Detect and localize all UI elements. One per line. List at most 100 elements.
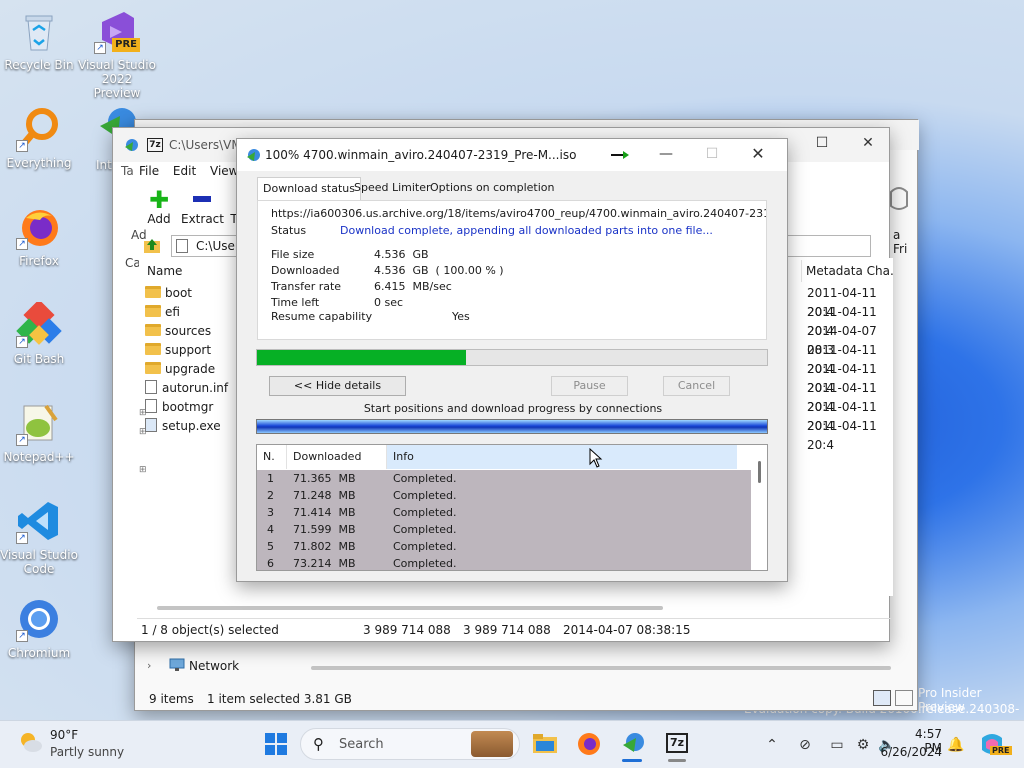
file-name: setup.exe <box>162 419 221 433</box>
tray-network-off-icon[interactable]: ⊘ <box>794 732 816 758</box>
hide-details-button[interactable]: << Hide details <box>269 376 406 396</box>
connection-info: Completed. <box>393 540 457 553</box>
desktop-icon-chromium[interactable]: ↗ Chromium <box>0 596 78 660</box>
sevenzip-horizontal-scrollbar[interactable] <box>157 606 663 610</box>
connection-n: 5 <box>267 540 274 553</box>
tray-display-icon[interactable]: ▭ <box>826 732 848 758</box>
extract-button[interactable]: Extract <box>181 188 224 226</box>
visual-studio-preview-icon: PRE ↗ <box>94 8 140 54</box>
download-progress-bar <box>256 349 768 366</box>
pause-button[interactable]: Pause <box>551 376 628 396</box>
taskbar-search-box[interactable]: ⚲ Search <box>300 728 520 760</box>
field-value: 6.415 MB/sec <box>374 280 452 293</box>
details-view-icon[interactable] <box>873 690 891 706</box>
folder-icon <box>145 286 161 298</box>
connection-info: Completed. <box>393 489 457 502</box>
connection-row[interactable]: 3 71.414 MB Completed. <box>257 504 751 521</box>
clock-date[interactable]: 6/26/2024 <box>880 745 942 759</box>
tab-download-status[interactable]: Download status <box>257 177 361 201</box>
menu-edit[interactable]: Edit <box>173 164 196 178</box>
tray-chevron-icon[interactable]: ⌃ <box>762 732 782 758</box>
field-label: Transfer rate <box>271 280 342 293</box>
notification-bell-icon[interactable]: 🔔 <box>946 732 966 758</box>
desktop-icon-vscode[interactable]: ↗ Visual Studio Code <box>0 498 78 576</box>
connection-n: 1 <box>267 472 274 485</box>
taskbar-7zip-icon[interactable]: 7z <box>666 733 688 753</box>
header-downloaded[interactable]: Downloaded <box>293 445 387 469</box>
tiles-view-icon[interactable] <box>895 690 913 706</box>
vscode-icon: ↗ <box>16 498 62 544</box>
connection-n: 3 <box>267 506 274 519</box>
taskbar-idm-active-indicator <box>622 759 642 762</box>
connections-scrollbar[interactable] <box>751 445 767 570</box>
desktop-icon-everything[interactable]: ↗ Everything <box>0 106 78 170</box>
search-icon: ⚲ <box>313 735 324 753</box>
field-label: Downloaded <box>271 264 340 277</box>
sevenzip-maximize-button[interactable]: ☐ <box>799 128 845 158</box>
idm-title: 100% 4700.winmain_aviro.240407-2319_Pre-… <box>265 148 577 162</box>
connections-scrollbar-thumb[interactable] <box>758 461 761 483</box>
cancel-button[interactable]: Cancel <box>663 376 730 396</box>
explorer-horizontal-scrollbar[interactable] <box>311 666 891 670</box>
file-name: efi <box>165 305 180 319</box>
idm-minimize-button[interactable]: — <box>643 139 689 169</box>
taskbar-idm-icon[interactable] <box>620 730 646 756</box>
network-expand-chevron-icon[interactable]: › <box>147 659 151 672</box>
tab-speed-limiter[interactable]: Speed Limiter <box>349 177 436 199</box>
mouse-cursor-icon <box>589 447 603 470</box>
desktop-icon-visual-studio-preview[interactable]: PRE ↗ Visual Studio 2022 Preview <box>78 8 156 100</box>
connection-n: 4 <box>267 523 274 536</box>
status-date: 2014-04-07 08:38:15 <box>563 623 691 637</box>
copilot-icon[interactable]: PRE <box>978 730 1012 758</box>
weather-temp[interactable]: 90°F <box>50 728 78 742</box>
tab-options-on-completion[interactable]: Options on completion <box>425 177 560 199</box>
connection-row[interactable]: 5 71.802 MB Completed. <box>257 538 751 555</box>
explorer-status-selected: 1 item selected 3.81 GB <box>207 692 352 706</box>
network-label[interactable]: Network <box>189 659 239 673</box>
idm-tabs: Download status Speed Limiter Options on… <box>257 177 767 201</box>
connection-downloaded: 73.214 MB <box>293 557 356 570</box>
desktop-icon-notepad-plus-plus[interactable]: ↗ Notepad++ <box>0 400 78 464</box>
sevenzip-close-button[interactable]: ✕ <box>845 128 891 158</box>
idm-close-button[interactable]: ✕ <box>735 139 781 169</box>
everything-search-icon: ↗ <box>16 106 62 152</box>
taskbar-firefox-icon[interactable] <box>576 731 602 757</box>
weather-icon[interactable] <box>16 728 44 756</box>
add-button[interactable]: ✚ Add <box>145 188 173 226</box>
file-name: sources <box>165 324 212 338</box>
tray-settings-icon[interactable]: ⚙ <box>852 732 874 758</box>
connection-row[interactable]: 6 73.214 MB Completed. <box>257 555 751 570</box>
idm-download-dialog[interactable]: 100% 4700.winmain_aviro.240407-2319_Pre-… <box>236 138 788 582</box>
preview-badge: PRE <box>112 38 140 52</box>
connections-table-header: N. Downloaded Info <box>257 445 767 469</box>
sevenzip-title: C:\Users\VM <box>169 138 242 152</box>
desktop-icon-git-bash[interactable]: ↗ Git Bash <box>0 299 78 366</box>
explorer-right-text: a Fri <box>893 228 908 256</box>
field-value: 0 sec <box>374 296 404 309</box>
status-size2: 3 989 714 088 <box>463 623 551 637</box>
download-url: https://ia600306.us.archive.org/18/items… <box>271 207 767 220</box>
header-n[interactable]: N. <box>263 445 287 469</box>
network-icon <box>169 658 185 672</box>
connection-row[interactable]: 4 71.599 MB Completed. <box>257 521 751 538</box>
header-info[interactable]: Info <box>387 445 737 469</box>
start-windows-icon[interactable] <box>264 732 288 756</box>
up-folder-icon[interactable] <box>143 236 161 254</box>
exe-file-icon <box>145 418 157 432</box>
column-header-metadata[interactable]: Metadata Cha... <box>801 260 893 282</box>
resume-capability-value: Yes <box>452 310 470 323</box>
connection-row[interactable]: 1 71.365 MB Completed. <box>257 470 751 487</box>
field-value: 4.536 GB <box>374 248 429 261</box>
folder-icon <box>145 324 161 336</box>
weather-desc[interactable]: Partly sunny <box>50 745 124 759</box>
menu-view[interactable]: View <box>210 164 238 178</box>
menu-file[interactable]: File <box>139 164 159 178</box>
desktop-icon-recycle-bin[interactable]: Recycle Bin <box>0 8 78 72</box>
taskbar-file-explorer-icon[interactable] <box>532 732 558 754</box>
shortcut-arrow-icon: ↗ <box>16 140 28 152</box>
connection-row[interactable]: 2 71.248 MB Completed. <box>257 487 751 504</box>
desktop-icon-firefox[interactable]: ↗ Firefox <box>0 204 78 268</box>
explorer-left-text: Ta <box>121 164 134 178</box>
idm-maximize-button[interactable]: ☐ <box>689 139 735 169</box>
explorer-status-items: 9 items <box>149 692 194 706</box>
